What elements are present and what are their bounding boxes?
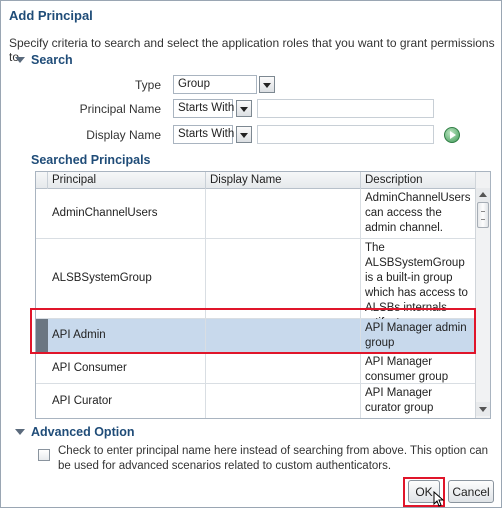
principals-table: Principal Display Name Description Admin… (35, 171, 491, 419)
type-label: Type (134, 78, 161, 92)
scroll-down-icon[interactable] (476, 402, 490, 416)
principal-cell: AdminChannelUsers (48, 189, 206, 238)
display-name-cell (206, 239, 361, 318)
search-section-header[interactable]: Search (15, 53, 73, 67)
description-cell: AdminChannelUsers can access the admin c… (361, 189, 476, 238)
display-name-label: Display Name (86, 128, 161, 142)
principal-cell: API Curator (48, 384, 206, 418)
display-name-operator-dropdown-button[interactable] (236, 126, 252, 143)
searched-principals-header: Searched Principals (15, 153, 151, 167)
display-name-cell (206, 384, 361, 418)
principal-name-operator-select[interactable]: Starts With (173, 99, 235, 118)
display-name-cell (206, 189, 361, 238)
type-select-value: Group (178, 78, 210, 90)
principal-name-label: Principal Name (79, 102, 161, 116)
collapse-triangle-icon (15, 429, 25, 435)
display-name-operator-select[interactable]: Starts With (173, 125, 235, 144)
table-scrollbar[interactable] (475, 172, 490, 418)
table-header: Principal Display Name Description (36, 172, 476, 189)
principal-name-operator-value: Starts With (178, 102, 235, 114)
cancel-button[interactable]: Cancel (448, 480, 494, 503)
search-go-icon[interactable] (444, 127, 460, 143)
dialog-instructions: Specify criteria to search and select th… (9, 36, 495, 64)
table-row[interactable]: API Curator API Manager curator group (36, 384, 476, 418)
searched-principals-label: Searched Principals (31, 153, 151, 167)
column-header-description[interactable]: Description (361, 172, 476, 189)
advanced-option-checkbox[interactable] (38, 449, 50, 461)
add-principal-dialog: Add Principal Specify criteria to search… (0, 0, 502, 508)
description-cell: The ALSBSystemGroup is a built-in group … (361, 239, 476, 329)
mouse-pointer-icon (433, 491, 445, 507)
search-header-label: Search (31, 53, 73, 67)
selection-highlight-box (30, 308, 476, 354)
principal-cell: API Consumer (48, 353, 206, 383)
header-row-handle (36, 172, 48, 189)
type-select[interactable]: Group (173, 75, 257, 94)
principal-name-input[interactable] (257, 99, 434, 118)
row-handle[interactable] (36, 353, 48, 383)
table-row[interactable]: ALSBSystemGroup The ALSBSystemGroup is a… (36, 239, 476, 329)
row-handle[interactable] (36, 384, 48, 418)
collapse-triangle-icon (15, 57, 25, 63)
scroll-up-icon[interactable] (476, 188, 490, 202)
column-header-display-name[interactable]: Display Name (206, 172, 361, 189)
display-name-operator-value: Starts With (178, 128, 235, 140)
table-row[interactable]: API Consumer API Manager consumer group (36, 353, 476, 384)
row-handle[interactable] (36, 189, 48, 238)
description-cell: API Manager curator group (361, 384, 476, 418)
principal-cell: ALSBSystemGroup (48, 239, 206, 318)
table-row[interactable]: AdminChannelUsers AdminChannelUsers can … (36, 189, 476, 239)
advanced-option-header[interactable]: Advanced Option (15, 425, 134, 439)
column-header-principal[interactable]: Principal (48, 172, 206, 189)
advanced-option-label: Advanced Option (31, 425, 135, 439)
advanced-option-description: Check to enter principal name here inste… (58, 445, 489, 472)
display-name-cell (206, 353, 361, 383)
dialog-title: Add Principal (9, 8, 93, 23)
type-dropdown-button[interactable] (259, 76, 275, 93)
row-handle[interactable] (36, 239, 48, 318)
display-name-input[interactable] (257, 125, 434, 144)
description-cell: API Manager consumer group (361, 353, 476, 383)
scrollbar-thumb[interactable] (477, 202, 489, 228)
principal-name-operator-dropdown-button[interactable] (236, 100, 252, 117)
